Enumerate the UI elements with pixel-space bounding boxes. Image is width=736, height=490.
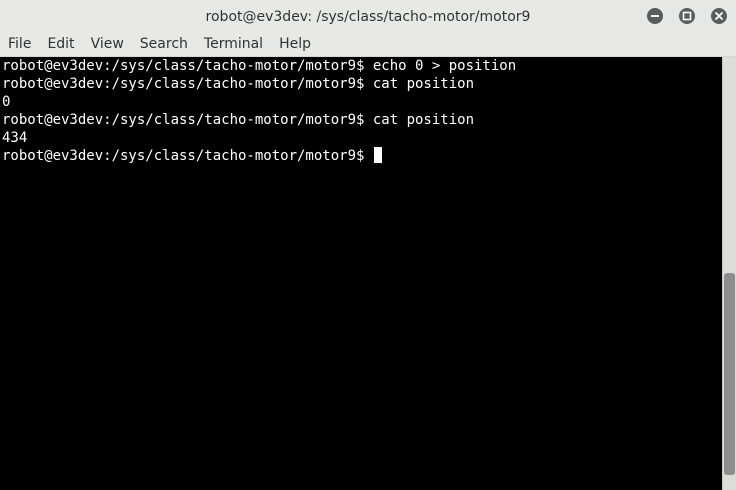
text-cursor: [373, 147, 382, 163]
terminal-prompt-line: robot@ev3dev:/sys/class/tacho-motor/moto…: [2, 147, 516, 165]
terminal-line: 0: [2, 94, 11, 110]
menu-terminal[interactable]: Terminal: [196, 33, 271, 56]
terminal-prompt: robot@ev3dev:/sys/class/tacho-motor/moto…: [2, 148, 373, 164]
window-controls: [647, 8, 727, 24]
vertical-scrollbar[interactable]: [722, 57, 736, 490]
maximize-button[interactable]: [679, 8, 695, 24]
title-bar[interactable]: robot@ev3dev: /sys/class/tacho-motor/mot…: [0, 0, 736, 33]
terminal-line: robot@ev3dev:/sys/class/tacho-motor/moto…: [2, 76, 475, 92]
menu-edit[interactable]: Edit: [39, 33, 82, 56]
terminal-output[interactable]: robot@ev3dev:/sys/class/tacho-motor/moto…: [0, 57, 722, 490]
menu-view[interactable]: View: [83, 33, 132, 56]
menu-file[interactable]: File: [0, 33, 39, 56]
window-title: robot@ev3dev: /sys/class/tacho-motor/mot…: [205, 8, 531, 25]
menu-bar: File Edit View Search Terminal Help: [0, 33, 736, 57]
close-button[interactable]: [711, 8, 727, 24]
terminal-line: robot@ev3dev:/sys/class/tacho-motor/moto…: [2, 112, 475, 128]
maximize-icon: [682, 11, 692, 21]
terminal-line: robot@ev3dev:/sys/class/tacho-motor/moto…: [2, 58, 517, 74]
minimize-icon: [651, 15, 659, 17]
minimize-button[interactable]: [647, 8, 663, 24]
menu-search[interactable]: Search: [132, 33, 196, 56]
scrollbar-thumb[interactable]: [724, 273, 735, 475]
terminal-window: robot@ev3dev: /sys/class/tacho-motor/mot…: [0, 0, 736, 490]
close-icon: [715, 12, 723, 20]
menu-help[interactable]: Help: [271, 33, 319, 56]
terminal-line: 434: [2, 130, 28, 146]
